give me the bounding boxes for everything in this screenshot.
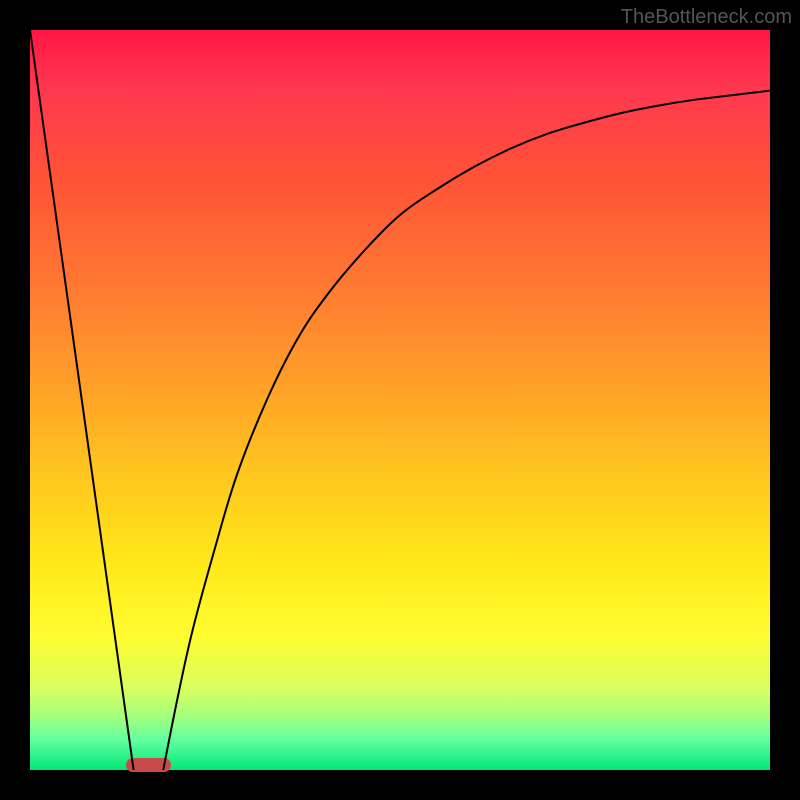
curve-svg xyxy=(30,30,770,770)
bottleneck-curve-left xyxy=(30,30,134,770)
watermark-text: TheBottleneck.com xyxy=(621,6,792,29)
chart-container: TheBottleneck.com xyxy=(0,0,800,800)
bottleneck-curve-right xyxy=(163,91,770,770)
